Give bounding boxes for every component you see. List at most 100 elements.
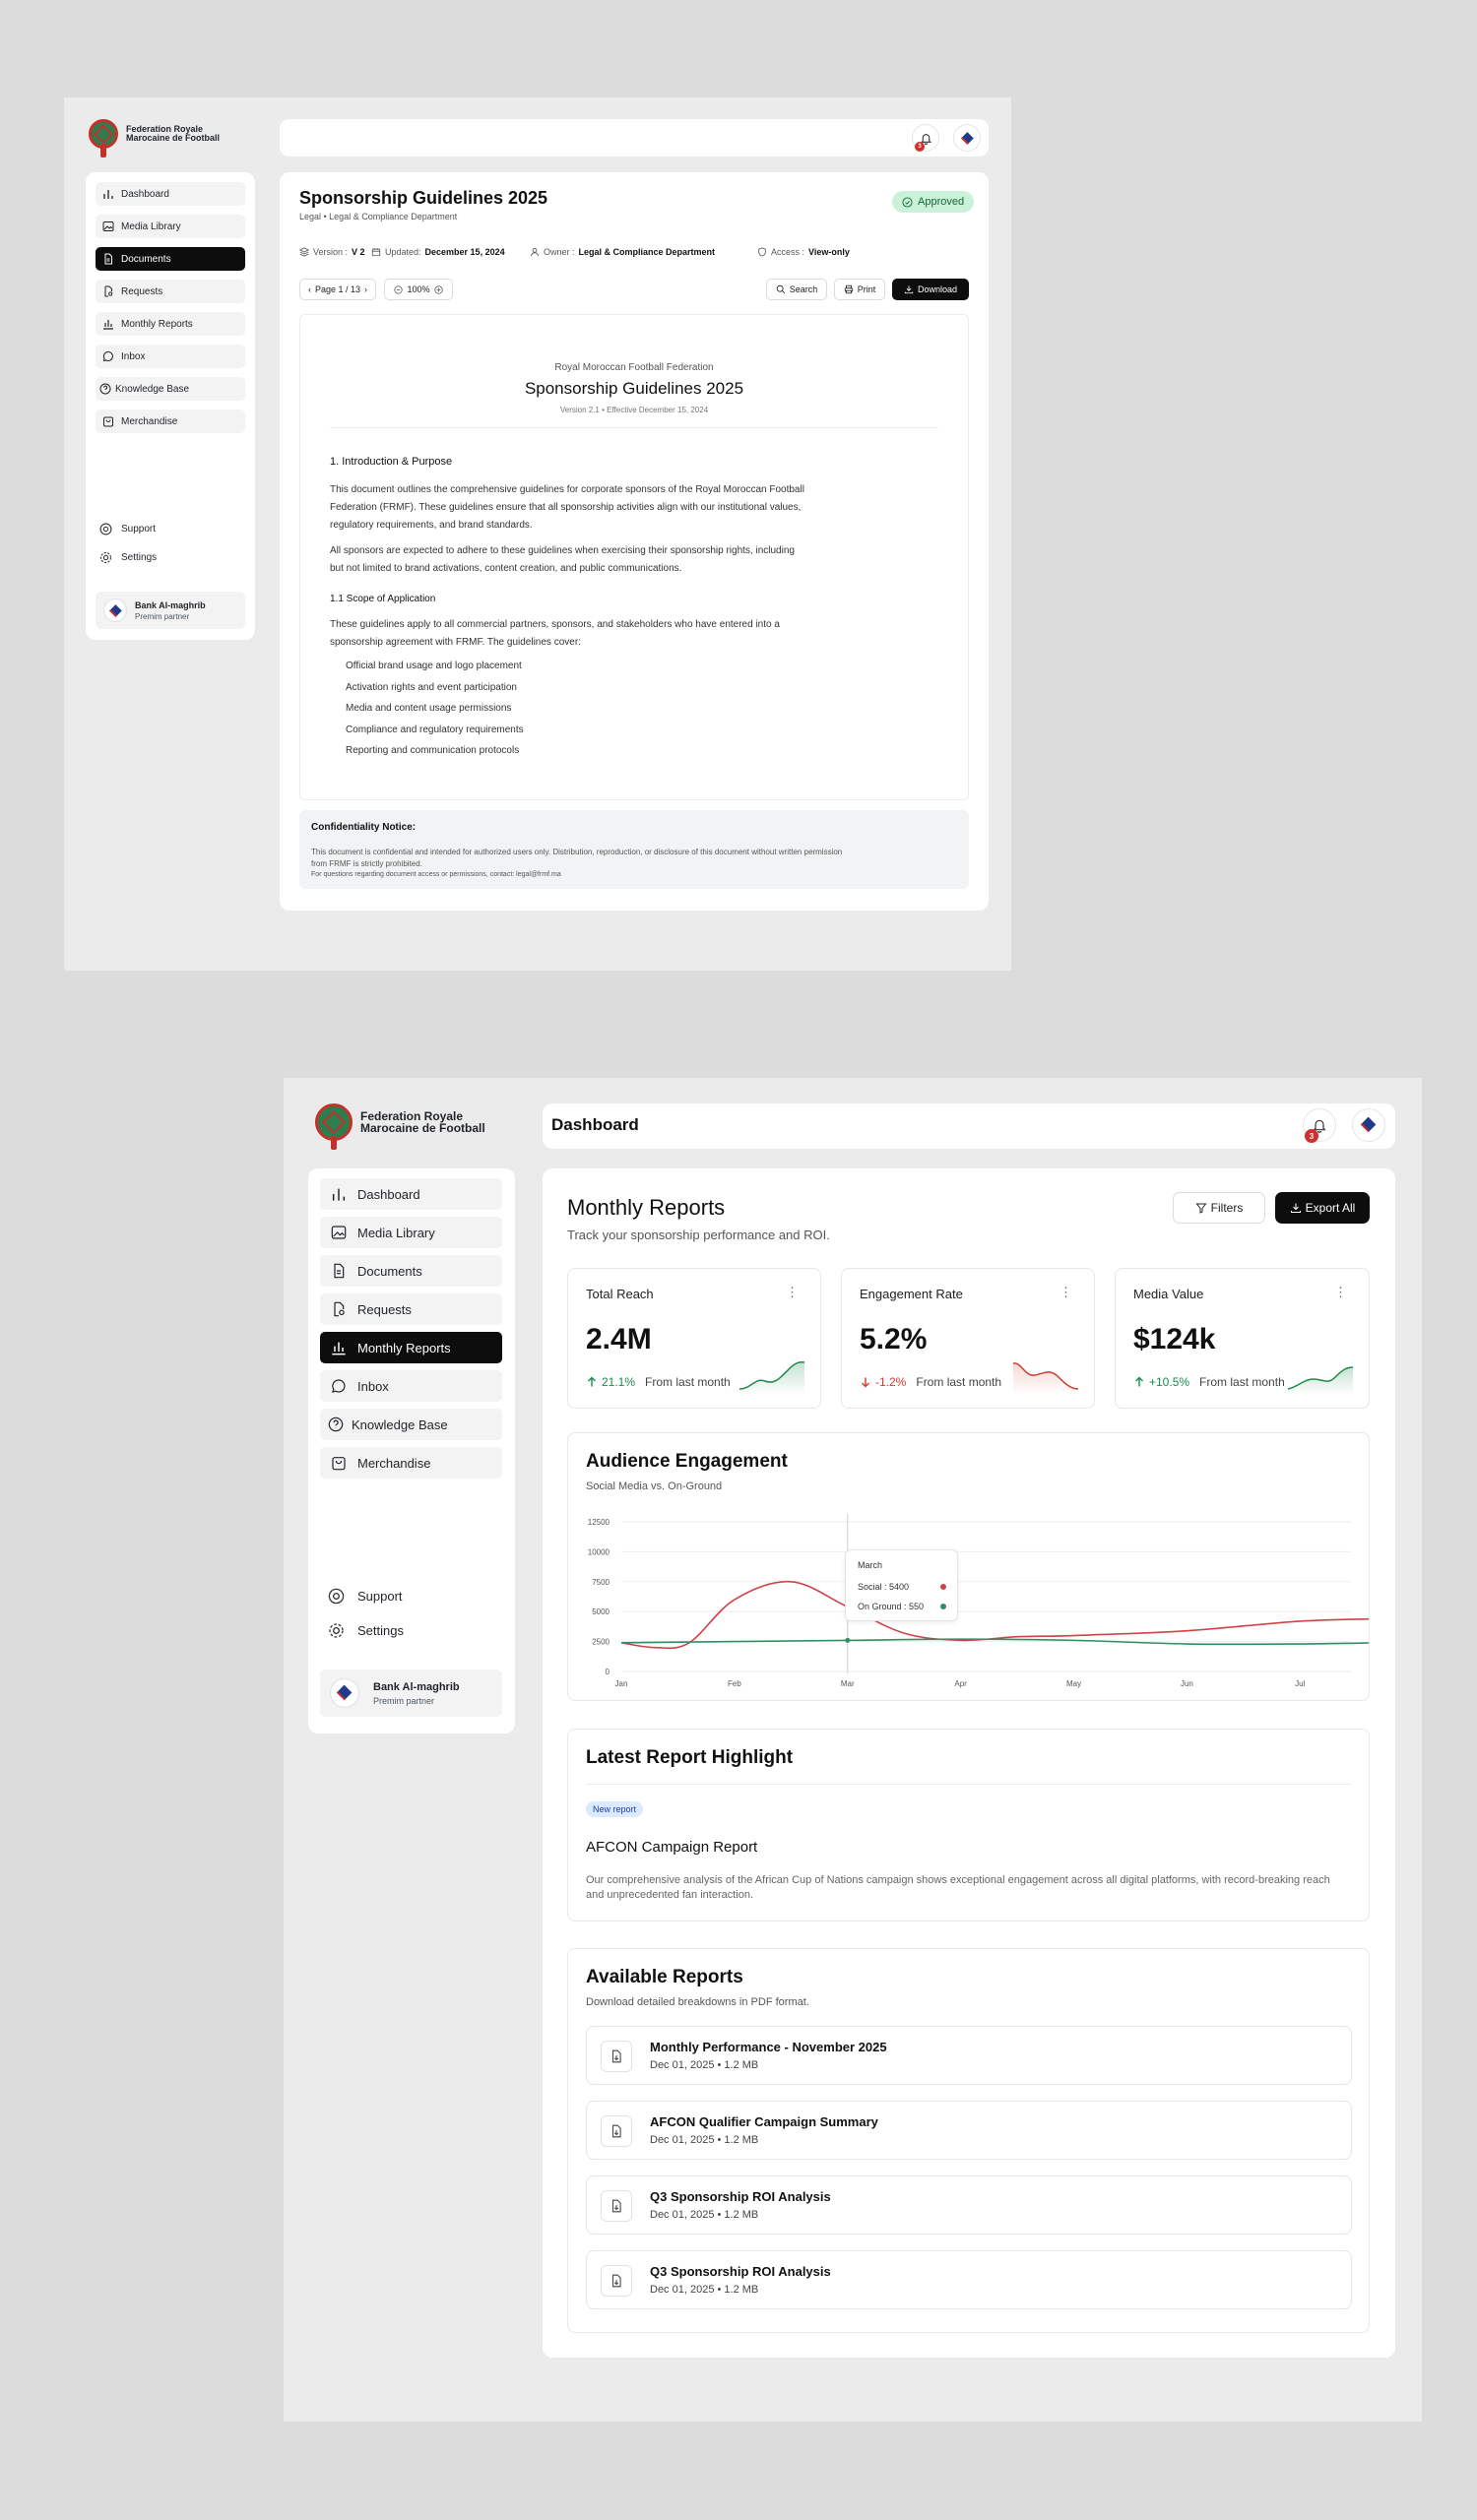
avatar-logo-icon (1355, 1111, 1382, 1139)
stat-value: 2.4M (586, 1323, 652, 1355)
tooltip-month: March (858, 1560, 883, 1570)
sidebar-item-knowledge-base[interactable]: Knowledge Base (96, 377, 245, 401)
sidebar-support[interactable]: Support (328, 1588, 403, 1605)
reports-subtitle: Track your sponsorship performance and R… (567, 1228, 830, 1242)
report-item[interactable]: Monthly Performance - November 2025 Dec … (586, 2026, 1352, 2085)
notifications-button[interactable]: 3 (912, 124, 939, 152)
sidebar-item-merchandise[interactable]: Merchandise (320, 1447, 502, 1479)
owner-value: Legal & Compliance Department (578, 247, 716, 257)
sidebar-item-label: Documents (357, 1263, 422, 1279)
report-title: Q3 Sponsorship ROI Analysis (650, 2189, 831, 2204)
sidebar-item-label: Inbox (357, 1378, 389, 1394)
export-label: Export All (1305, 1201, 1356, 1215)
sidebar-settings[interactable]: Settings (99, 551, 157, 564)
sidebar-item-label: Knowledge Base (115, 383, 190, 395)
file-search-icon (96, 285, 121, 297)
page-indicator: Page 1 / 13 (314, 284, 361, 294)
export-all-button[interactable]: Export All (1275, 1192, 1370, 1224)
page-navigator[interactable]: ‹ Page 1 / 13 › (299, 279, 376, 300)
sidebar-item-inbox[interactable]: Inbox (96, 345, 245, 368)
bag-icon (320, 1455, 357, 1471)
version-label: Version : (313, 247, 349, 257)
report-item[interactable]: Q3 Sponsorship ROI Analysis Dec 01, 2025… (586, 2175, 1352, 2235)
more-vertical-icon[interactable]: ⋮ (1334, 1285, 1347, 1300)
sidebar-item-merchandise[interactable]: Merchandise (96, 410, 245, 433)
x-tick-label: Mar (841, 1679, 855, 1688)
notifications-button[interactable]: 3 (1303, 1108, 1336, 1143)
partner-logo-icon (330, 1678, 359, 1708)
report-meta: Dec 01, 2025 • 1.2 MB (650, 2209, 759, 2221)
y-tick-label: 2500 (592, 1638, 610, 1647)
sidebar-item-media-library[interactable]: Media Library (96, 215, 245, 238)
print-button[interactable]: Print (834, 279, 885, 300)
more-vertical-icon[interactable]: ⋮ (1060, 1285, 1072, 1300)
section-title-scope: 1.1 Scope of Application (330, 594, 436, 604)
profile-avatar[interactable] (953, 124, 981, 152)
top-bar: Dashboard 3 (543, 1103, 1395, 1149)
chart-icon (96, 318, 121, 330)
zoom-out-icon[interactable] (394, 284, 404, 294)
profile-avatar[interactable] (1352, 1108, 1385, 1142)
sidebar-item-requests[interactable]: Requests (320, 1293, 502, 1325)
chart-subtitle: Social Media vs. On-Ground (586, 1480, 723, 1492)
question-icon (96, 383, 115, 395)
download-button[interactable]: Download (892, 279, 969, 300)
chevron-left-icon[interactable]: ‹ (308, 284, 311, 294)
layers-icon (299, 247, 309, 257)
support-label: Support (357, 1589, 403, 1604)
sidebar-item-inbox[interactable]: Inbox (320, 1370, 502, 1402)
sidebar-item-documents[interactable]: Documents (320, 1255, 502, 1287)
list-item: Official brand usage and logo placement (346, 661, 522, 671)
paragraph-adherence: All sponsors are expected to adhere to t… (330, 545, 795, 574)
more-vertical-icon[interactable]: ⋮ (786, 1285, 799, 1300)
partner-card[interactable]: Bank Al-maghrib Premim partner (96, 592, 245, 629)
sidebar-item-monthly-reports[interactable]: Monthly Reports (96, 312, 245, 336)
search-icon (776, 284, 785, 294)
document-page: Royal Moroccan Football Federation Spons… (299, 314, 969, 800)
sidebar-item-dashboard[interactable]: Dashboard (96, 182, 245, 206)
filters-label: Filters (1210, 1201, 1244, 1215)
print-label: Print (857, 284, 876, 294)
sidebar-item-monthly-reports[interactable]: Monthly Reports (320, 1332, 502, 1363)
stat-change: +10.5% From last month (1133, 1375, 1285, 1389)
question-icon (320, 1417, 352, 1432)
arrow-up-icon (588, 1376, 596, 1387)
sidebar-item-knowledge-base[interactable]: Knowledge Base (320, 1409, 502, 1440)
sidebar-support[interactable]: Support (99, 523, 156, 536)
sidebar-item-documents[interactable]: Documents (96, 247, 245, 271)
bar-chart-icon (320, 1186, 357, 1202)
zoom-control[interactable]: 100% (384, 279, 453, 300)
settings-label: Settings (357, 1623, 404, 1638)
brand-line-2: Marocaine de Football (360, 1121, 485, 1135)
search-label: Search (789, 284, 818, 294)
brand-logo[interactable]: Federation Royale Marocaine de Football (89, 119, 220, 158)
y-tick-label: 5000 (592, 1607, 610, 1616)
partner-name: Bank Al-maghrib (373, 1680, 460, 1693)
sidebar-settings[interactable]: Settings (328, 1622, 404, 1639)
avatar-logo-icon (956, 127, 978, 149)
sidebar-item-label: Dashboard (357, 1186, 420, 1202)
chat-icon (96, 350, 121, 362)
chat-icon (320, 1378, 357, 1394)
stat-change-value: 21.1% (602, 1375, 636, 1389)
partner-logo-icon (103, 598, 127, 622)
brand-logo[interactable]: Federation Royale Marocaine de Football (315, 1103, 485, 1150)
report-item[interactable]: AFCON Qualifier Campaign Summary Dec 01,… (586, 2101, 1352, 2160)
sidebar-item-label: Monthly Reports (357, 1340, 451, 1355)
filters-button[interactable]: Filters (1173, 1192, 1265, 1224)
notice-line-3: For questions regarding document access … (311, 871, 561, 878)
sidebar-item-requests[interactable]: Requests (96, 280, 245, 303)
point-on-ground (845, 1637, 851, 1643)
report-item[interactable]: Q3 Sponsorship ROI Analysis Dec 01, 2025… (586, 2250, 1352, 2309)
chevron-right-icon[interactable]: › (364, 284, 367, 294)
image-icon (96, 220, 121, 232)
zoom-in-icon[interactable] (433, 284, 443, 294)
search-button[interactable]: Search (766, 279, 827, 300)
sidebar-item-media-library[interactable]: Media Library (320, 1217, 502, 1248)
engagement-line-chart[interactable]: 0 2500 5000 7500 10000 12500 Jan Feb Mar Apr May Ju… (568, 1512, 1369, 1699)
partner-card[interactable]: Bank Al-maghrib Premim partner (320, 1670, 502, 1717)
document-subtitle: Legal • Legal & Compliance Department (299, 212, 458, 221)
highlight-report-title[interactable]: AFCON Campaign Report (586, 1839, 757, 1856)
sidebar-item-dashboard[interactable]: Dashboard (320, 1178, 502, 1210)
stat-label: Total Reach (586, 1287, 654, 1301)
